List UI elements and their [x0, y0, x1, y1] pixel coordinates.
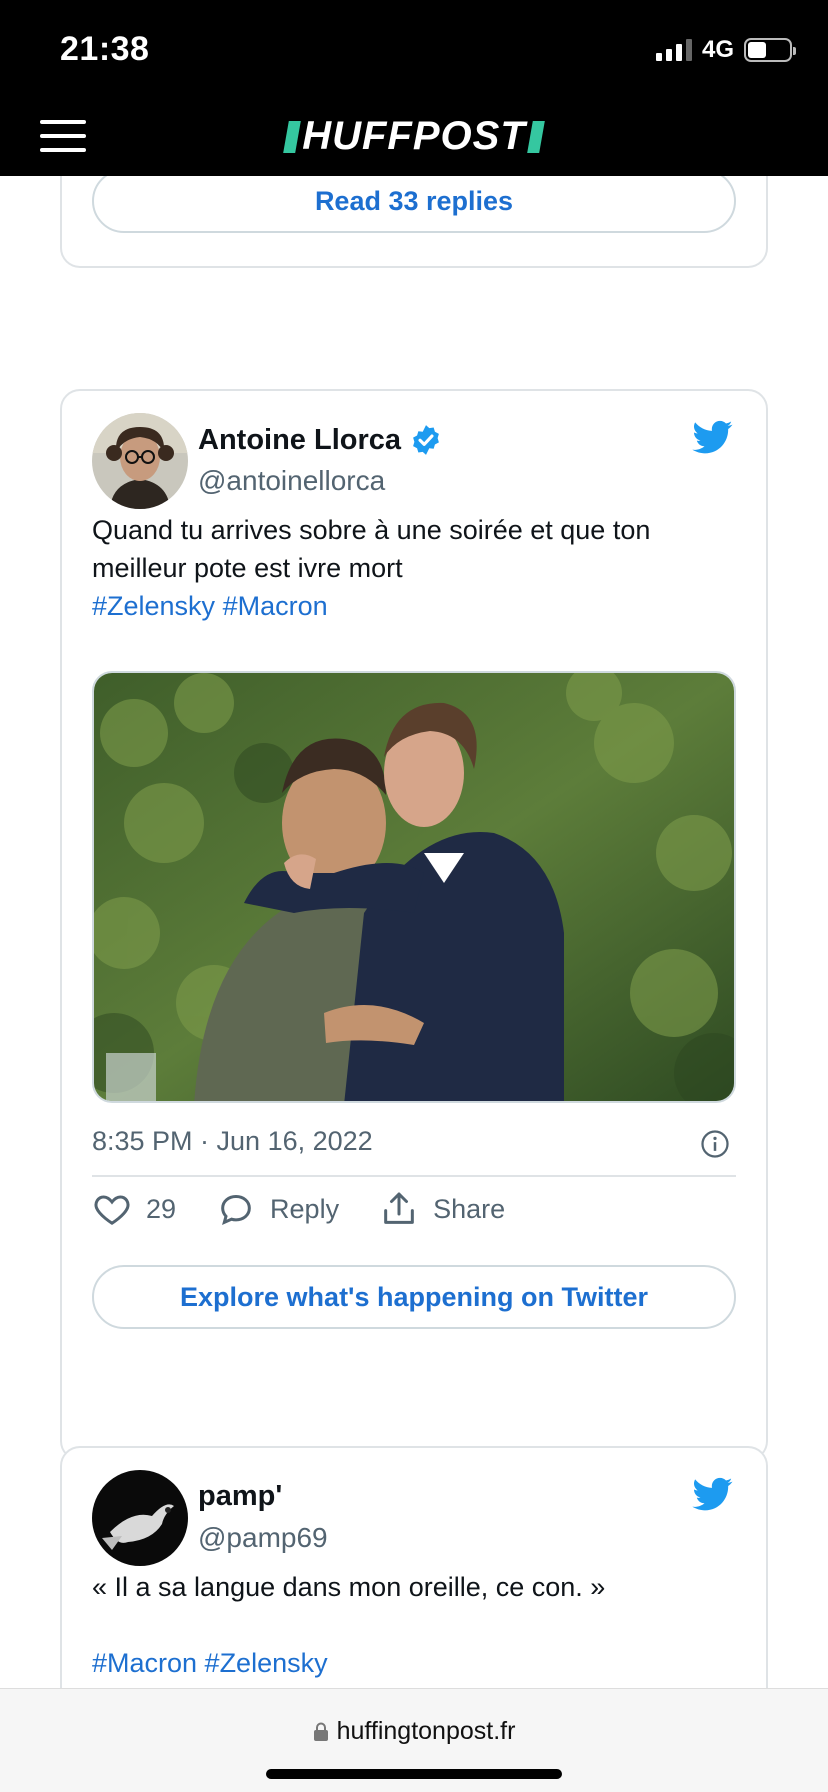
- share-button[interactable]: Share: [379, 1189, 505, 1229]
- battery-icon: [744, 38, 796, 62]
- explore-twitter-button[interactable]: Explore what's happening on Twitter: [92, 1265, 736, 1329]
- logo-accent-left: [283, 120, 302, 153]
- twitter-bird-icon[interactable]: [690, 417, 736, 457]
- share-label: Share: [433, 1193, 506, 1224]
- app-header: HUFFPOST: [0, 96, 828, 176]
- like-count: 29: [146, 1193, 177, 1224]
- like-button[interactable]: 29: [92, 1189, 176, 1229]
- tweet-text: « Il a sa langue dans mon oreille, ce co…: [92, 1572, 606, 1602]
- tweet-text: Quand tu arrives sobre à une soirée et q…: [92, 511, 742, 625]
- huffpost-logo[interactable]: HUFFPOST: [0, 114, 828, 159]
- browser-address-bar[interactable]: huffingtonpost.fr: [0, 1688, 828, 1792]
- url-display[interactable]: huffingtonpost.fr: [0, 1717, 828, 1746]
- verified-badge-icon: [413, 425, 439, 455]
- lock-icon: [313, 1722, 328, 1741]
- read-replies-button[interactable]: Read 33 replies: [92, 176, 736, 233]
- tweet-body: Quand tu arrives sobre à une soirée et q…: [92, 515, 651, 583]
- heart-icon: [94, 1195, 130, 1225]
- author-name-text: Antoine Llorca: [198, 423, 402, 456]
- divider: [92, 1175, 736, 1177]
- author-name[interactable]: pamp': [198, 1480, 282, 1513]
- logo-accent-right: [526, 120, 545, 153]
- status-time: 21:38: [60, 30, 150, 68]
- status-indicators: 4G: [655, 36, 796, 64]
- tweet-embed: Antoine Llorca @antoinellorca Quand tu a…: [60, 389, 768, 1461]
- author-handle[interactable]: @pamp69: [198, 1522, 328, 1554]
- info-icon[interactable]: [700, 1129, 730, 1159]
- article-content[interactable]: Read 33 replies Antoine Llorca @antoinel…: [0, 176, 828, 1688]
- hashtags[interactable]: #Macron #Zelensky: [92, 1644, 742, 1682]
- url-text: huffingtonpost.fr: [336, 1717, 516, 1745]
- hashtag-zelensky[interactable]: #Zelensky: [92, 591, 215, 621]
- tweet-photo[interactable]: [92, 671, 736, 1103]
- reply-bubble-icon: [221, 1194, 251, 1225]
- network-type: 4G: [701, 36, 734, 63]
- avatar[interactable]: [92, 1470, 188, 1566]
- logo-text: HUFFPOST: [302, 114, 526, 158]
- reply-button[interactable]: Reply: [216, 1189, 339, 1229]
- tweet-timestamp[interactable]: 8:35 PM · Jun 16, 2022: [92, 1126, 373, 1157]
- status-bar: 21:38 4G: [0, 0, 828, 96]
- home-indicator[interactable]: [266, 1769, 562, 1779]
- avatar[interactable]: [92, 413, 188, 509]
- cellular-signal-icon: [655, 39, 692, 61]
- share-icon: [384, 1192, 414, 1224]
- author-handle[interactable]: @antoinellorca: [198, 465, 385, 497]
- author-name[interactable]: Antoine Llorca: [198, 423, 443, 457]
- reply-label: Reply: [270, 1193, 340, 1224]
- tweet-embed-next: pamp' @pamp69 « Il a sa langue dans mon …: [60, 1446, 768, 1688]
- author-name-text: pamp': [198, 1480, 283, 1512]
- hashtag-macron[interactable]: #Macron: [223, 591, 328, 621]
- tweet-embed-previous: Read 33 replies: [60, 176, 768, 268]
- twitter-bird-icon[interactable]: [690, 1474, 736, 1514]
- tweet-actions: 29 Reply Share: [92, 1189, 545, 1229]
